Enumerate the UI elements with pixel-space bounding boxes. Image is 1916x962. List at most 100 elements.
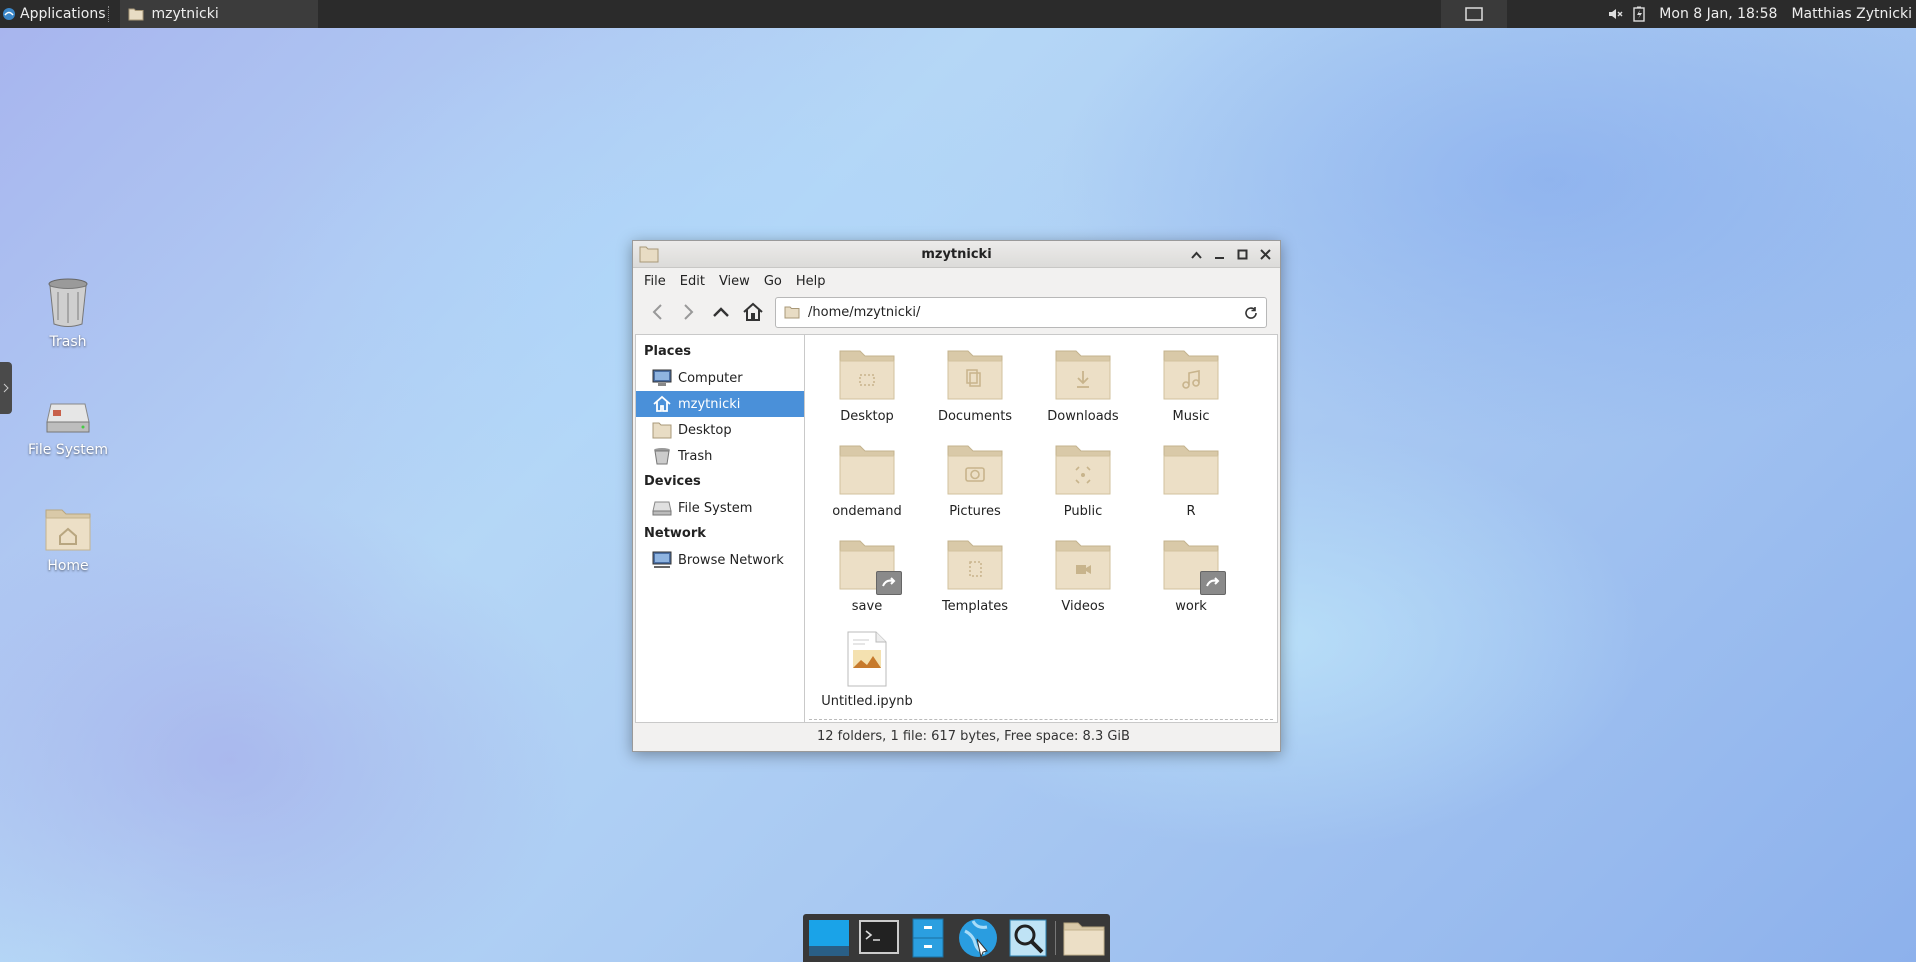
- home-folder-icon: [44, 506, 92, 552]
- reload-icon[interactable]: [1244, 306, 1258, 320]
- desktop-icon-home[interactable]: Home: [8, 506, 128, 574]
- folder-icon: [128, 7, 144, 21]
- folder-icon: [1162, 535, 1226, 595]
- folder-item[interactable]: Pictures: [921, 440, 1029, 535]
- dashed-divider: [809, 719, 1273, 720]
- sidebar-item-label: Trash: [678, 448, 713, 464]
- shade-button[interactable]: [1188, 246, 1205, 263]
- hard-drive-icon: [45, 400, 91, 436]
- system-tray: [1607, 6, 1645, 22]
- toolbar: /home/mzytnicki/: [633, 294, 1280, 330]
- clock[interactable]: Mon 8 Jan, 18:58: [1659, 6, 1777, 22]
- sidebar-item-desktop[interactable]: Desktop: [636, 417, 804, 443]
- folder-item[interactable]: Videos: [1029, 535, 1137, 630]
- item-label: Documents: [937, 409, 1013, 424]
- dock-web-browser[interactable]: [956, 916, 1000, 960]
- back-button[interactable]: [641, 297, 673, 327]
- minimize-button[interactable]: [1211, 246, 1228, 263]
- workspace-switcher[interactable]: [1441, 0, 1508, 28]
- folder-item[interactable]: Templates: [921, 535, 1029, 630]
- sidebar-item-file-system[interactable]: File System: [636, 495, 804, 521]
- parent-folder-button[interactable]: [705, 297, 737, 327]
- battery-charging-icon[interactable]: [1633, 6, 1645, 22]
- item-label: Videos: [1061, 599, 1105, 614]
- item-label: ondemand: [832, 504, 902, 519]
- dock-search[interactable]: [1006, 916, 1050, 960]
- menu-help[interactable]: Help: [789, 274, 833, 289]
- folder-item[interactable]: Downloads: [1029, 345, 1137, 440]
- hard-drive-icon: [652, 499, 672, 517]
- menu-file[interactable]: File: [637, 274, 673, 289]
- dock-terminal[interactable]: [857, 916, 901, 960]
- item-label: Templates: [941, 599, 1009, 614]
- taskbar-window-button[interactable]: mzytnicki: [119, 0, 318, 28]
- folder-item[interactable]: R: [1137, 440, 1245, 535]
- notebook-file-icon: [844, 630, 890, 688]
- file-cabinet-icon: [912, 918, 944, 958]
- sidebar-item-trash[interactable]: Trash: [636, 443, 804, 469]
- sidebar-item-computer[interactable]: Computer: [636, 365, 804, 391]
- folder-icon: [1162, 440, 1220, 498]
- sidebar-item-mzytnicki[interactable]: mzytnicki: [636, 391, 804, 417]
- item-label: Public: [1063, 504, 1103, 519]
- folder-item[interactable]: Public: [1029, 440, 1137, 535]
- status-bar: 12 folders, 1 file: 617 bytes, Free spac…: [817, 728, 1130, 744]
- volume-muted-icon[interactable]: [1607, 6, 1623, 22]
- item-label: Downloads: [1047, 409, 1119, 424]
- folder-item[interactable]: save: [813, 535, 921, 630]
- dock-show-desktop[interactable]: [807, 916, 851, 960]
- show-desktop-icon: [808, 918, 849, 958]
- desktop-icon-file-system[interactable]: File System: [8, 400, 128, 458]
- globe-icon: [957, 917, 999, 959]
- folder-item[interactable]: work: [1137, 535, 1245, 630]
- dock-folder[interactable]: [1062, 916, 1106, 960]
- sidebar-heading-network: Network: [644, 526, 706, 541]
- home-icon: [652, 395, 672, 413]
- applications-menu-button[interactable]: Applications: [0, 0, 120, 28]
- close-button[interactable]: [1257, 246, 1274, 263]
- maximize-button[interactable]: [1234, 246, 1251, 263]
- sidebar-item-label: Desktop: [678, 422, 732, 438]
- folder-icon[interactable]: [639, 245, 659, 263]
- menu-view[interactable]: View: [712, 274, 757, 289]
- user-menu[interactable]: Matthias Zytnicki: [1791, 6, 1912, 22]
- folder-item[interactable]: Desktop: [813, 345, 921, 440]
- folder-icon: [946, 345, 1004, 403]
- file-manager-window: mzytnicki File Edit View Go Help /home/m…: [632, 240, 1281, 752]
- folder-item[interactable]: Music: [1137, 345, 1245, 440]
- folder-icon: [1162, 345, 1220, 403]
- folder-item[interactable]: Documents: [921, 345, 1029, 440]
- file-grid: Desktop Documents Downloads Music ondemand Pi…: [813, 345, 1277, 725]
- workspace-icon: [1465, 7, 1484, 21]
- folder-icon: [838, 440, 896, 498]
- desktop-icon-label: Home: [47, 558, 89, 574]
- window-titlebar[interactable]: mzytnicki: [633, 241, 1280, 268]
- desktop-icon-trash[interactable]: Trash: [8, 276, 128, 350]
- item-label: Music: [1172, 409, 1210, 424]
- menu-go[interactable]: Go: [757, 274, 789, 289]
- sidebar-heading-devices: Devices: [644, 474, 701, 489]
- side-pane: Places Computer mzytnicki Desktop Trash …: [635, 334, 804, 723]
- network-icon: [652, 551, 672, 569]
- icon-view[interactable]: Desktop Documents Downloads Music ondemand Pi…: [804, 334, 1278, 723]
- folder-icon: [1054, 535, 1112, 593]
- symlink-icon: [1200, 571, 1226, 595]
- menu-edit[interactable]: Edit: [673, 274, 712, 289]
- folder-item[interactable]: ondemand: [813, 440, 921, 535]
- dock-separator: [1055, 921, 1057, 955]
- folder-icon: [1054, 440, 1112, 498]
- folder-icon: [946, 535, 1004, 593]
- location-bar[interactable]: /home/mzytnicki/: [775, 296, 1267, 328]
- home-button[interactable]: [737, 297, 769, 327]
- sidebar-heading-places: Places: [644, 344, 692, 359]
- item-label: R: [1186, 504, 1196, 519]
- file-item[interactable]: Untitled.ipynb: [813, 630, 921, 725]
- sidebar-item-browse-network[interactable]: Browse Network: [636, 547, 804, 573]
- folder-icon: [838, 345, 896, 403]
- desktop-icon-label: Trash: [49, 334, 87, 350]
- forward-button[interactable]: [673, 297, 705, 327]
- dock-handle[interactable]: [0, 362, 12, 414]
- folder-icon: [838, 535, 902, 595]
- dock-file-manager[interactable]: [906, 916, 950, 960]
- location-path[interactable]: /home/mzytnicki/: [808, 305, 920, 320]
